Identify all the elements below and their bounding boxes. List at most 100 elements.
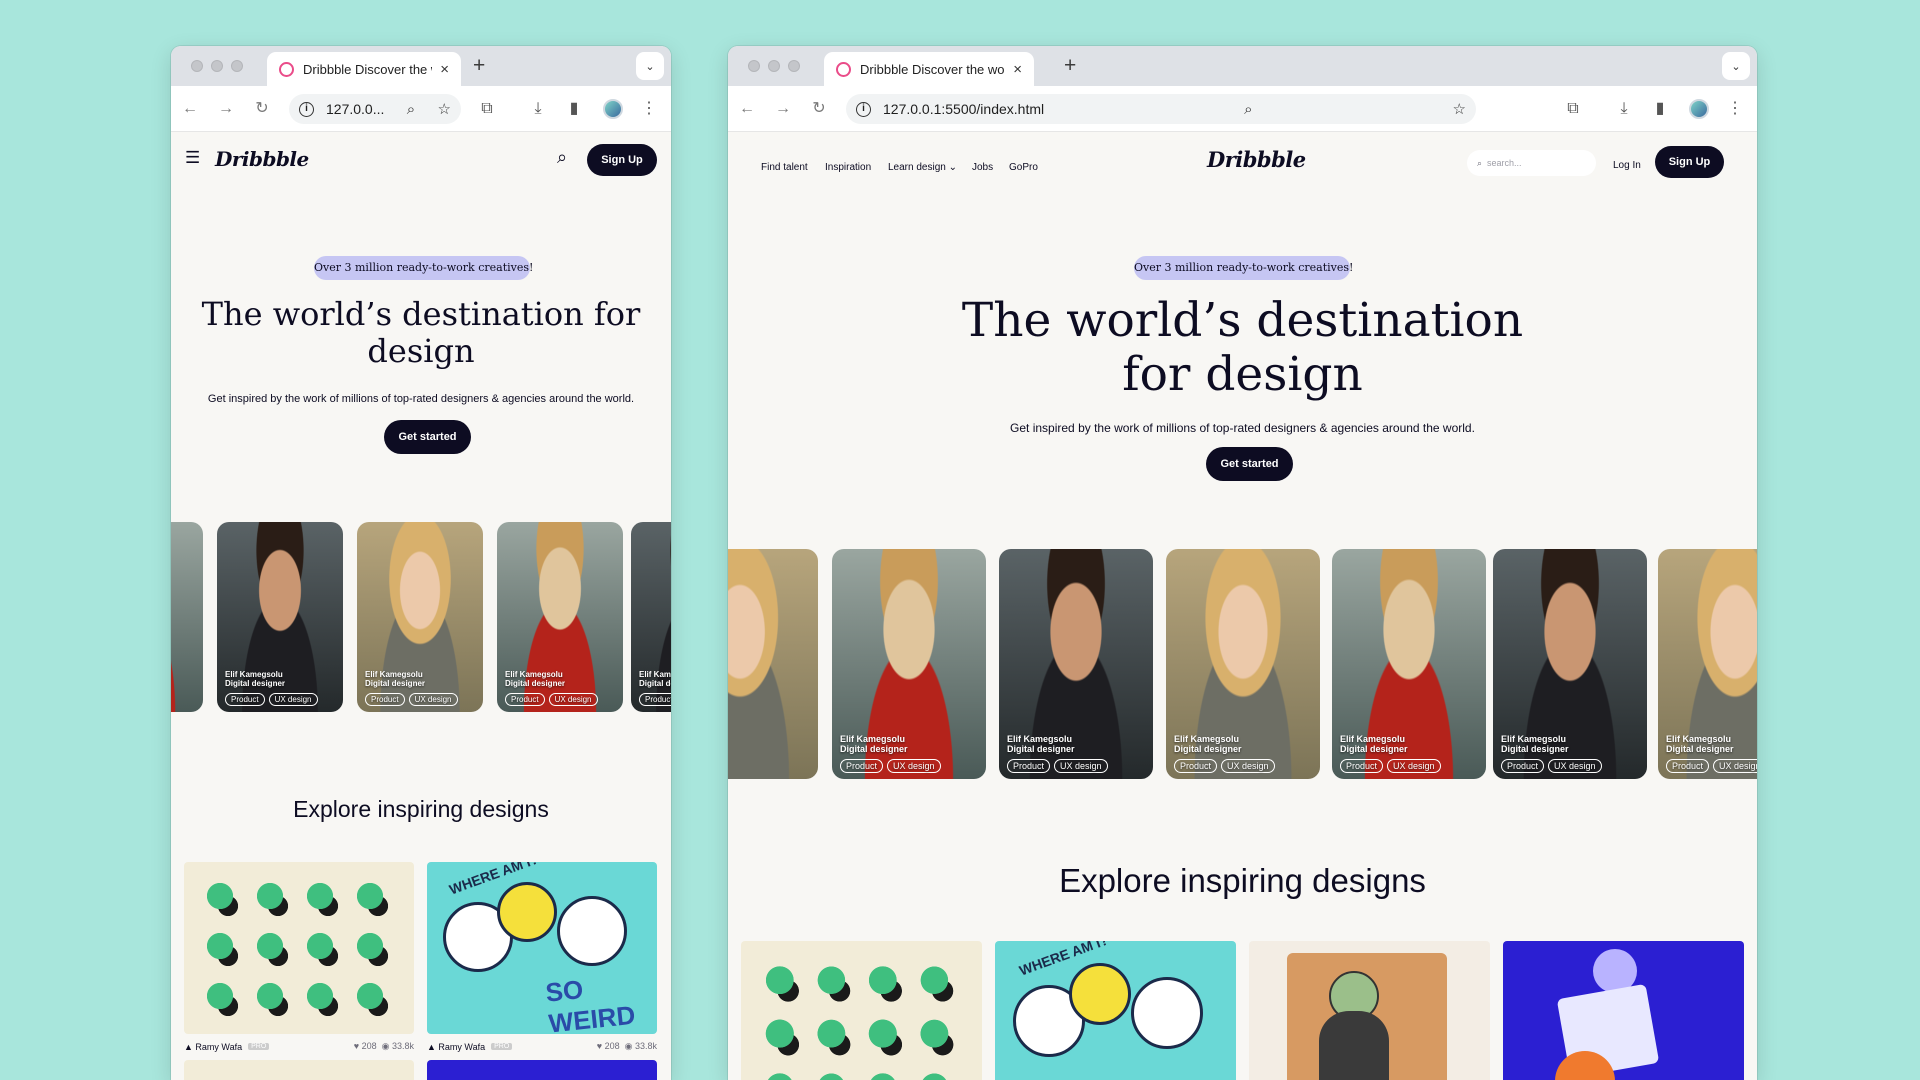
zoom-light[interactable] [231, 60, 243, 72]
tag-product[interactable]: Product [840, 759, 884, 773]
url-text[interactable]: 127.0.0.1:5500/index.html [883, 101, 1044, 117]
shot-thumbnail[interactable] [1503, 941, 1744, 1080]
tab-close-icon[interactable]: × [1005, 61, 1022, 78]
tab-search-button[interactable]: ⌄ [636, 52, 664, 80]
zoom-icon[interactable]: ⌕ [395, 101, 415, 118]
url-text[interactable]: 127.0.0... [326, 101, 384, 117]
shot-thumbnail[interactable] [1249, 941, 1490, 1080]
tag-ux-design[interactable]: UX design [1548, 759, 1602, 773]
tab-close-icon[interactable]: × [432, 61, 449, 78]
tag-product[interactable]: Product [1340, 759, 1384, 773]
download-icon[interactable]: ⤓ [1613, 98, 1635, 120]
dribbble-logo[interactable]: Dribbble [215, 147, 309, 171]
sign-up-button[interactable]: Sign Up [587, 144, 657, 176]
nav-inspiration[interactable]: Inspiration [825, 162, 871, 173]
tag-product[interactable]: Product [505, 693, 545, 706]
shot-thumbnail[interactable]: WHERE AM I? SO WEIRD [427, 862, 657, 1034]
designer-carousel[interactable]: Elif Kamegsolu Digital designer Product U… [728, 549, 1757, 779]
tag-product[interactable]: Product [1174, 759, 1218, 773]
browser-menu-icon[interactable]: ⋮ [638, 98, 660, 120]
likes-count[interactable]: ♥ 208 [597, 1041, 620, 1051]
designer-card[interactable]: Elif Kamegsolu Digital designer Product U… [1658, 549, 1757, 779]
reload-icon[interactable]: ↻ [808, 98, 830, 120]
tag-ux-design[interactable]: UX design [887, 759, 941, 773]
close-light[interactable] [191, 60, 203, 72]
window-controls[interactable] [748, 60, 800, 72]
designer-card[interactable]: Elif Kamegsolu Digital designer Product U… [497, 522, 623, 712]
shot-thumbnail[interactable]: WHERE AM I? [995, 941, 1236, 1080]
forward-icon[interactable]: → [215, 98, 237, 120]
tag-product[interactable]: Product [639, 693, 671, 706]
shot-author[interactable]: Ramy Wafa [438, 1042, 485, 1052]
shot-thumbnail[interactable] [741, 941, 982, 1080]
bookmark-star-icon[interactable]: ☆ [1441, 100, 1466, 118]
extensions-icon[interactable]: ⧉ [1562, 98, 1584, 120]
zoom-icon[interactable]: ⌕ [1232, 101, 1252, 118]
nav-jobs[interactable]: Jobs [972, 162, 993, 173]
get-started-button[interactable]: Get started [1206, 447, 1293, 481]
nav-find-talent[interactable]: Find talent [761, 162, 808, 173]
back-icon[interactable]: ← [736, 98, 758, 120]
search-icon[interactable]: ⌕ [557, 147, 567, 168]
close-light[interactable] [748, 60, 760, 72]
designer-card[interactable]: Elif Kamegsolu Digital designer Product [631, 522, 671, 712]
designer-card[interactable]: Elif Kamegsolu Digital designer Product U… [832, 549, 986, 779]
tag-product[interactable]: Product [1666, 759, 1710, 773]
designer-card[interactable]: Elif Kamegsolu Digital designer Product U… [1332, 549, 1486, 779]
tag-product[interactable]: Product [1501, 759, 1545, 773]
shot-thumbnail[interactable] [427, 1060, 657, 1080]
likes-count[interactable]: ♥ 208 [354, 1041, 377, 1051]
site-info-icon[interactable]: i [856, 101, 871, 117]
shot-thumbnail[interactable] [184, 862, 414, 1034]
designer-card[interactable]: Elif Kamegsolu Digital designer Product U… [217, 522, 343, 712]
tag-ux-design[interactable]: UX design [1713, 759, 1757, 773]
designer-carousel[interactable]: Elif Kamegsolu Digital designer Product U… [171, 522, 671, 712]
dribbble-logo[interactable]: Dribbble [1207, 147, 1306, 172]
designer-card[interactable]: Elif Kamegsolu Digital designer Product U… [1493, 549, 1647, 779]
get-started-button[interactable]: Get started [384, 420, 471, 454]
extensions-icon[interactable]: ⧉ [476, 98, 498, 120]
designer-card[interactable]: Elif Kamegsolu Digital designer Product U… [1166, 549, 1320, 779]
tab-search-button[interactable]: ⌄ [1722, 52, 1750, 80]
browser-menu-icon[interactable]: ⋮ [1724, 98, 1746, 120]
log-in-link[interactable]: Log In [1613, 160, 1641, 171]
back-icon[interactable]: ← [179, 98, 201, 120]
zoom-light[interactable] [788, 60, 800, 72]
nav-gopro[interactable]: GoPro [1009, 162, 1038, 173]
shot-thumbnail[interactable] [184, 1060, 414, 1080]
browser-tab[interactable]: Dribbble Discover the world × [267, 52, 461, 86]
tag-ux-design[interactable]: UX design [548, 693, 598, 706]
tag-ux-design[interactable]: UX design [268, 693, 318, 706]
nav-learn-design[interactable]: Learn design ⌄ [888, 162, 957, 173]
profile-avatar[interactable] [1689, 99, 1709, 119]
tag-ux-design[interactable]: UX design [1054, 759, 1108, 773]
address-bar[interactable]: i 127.0.0... ⌕ ☆ [289, 94, 461, 124]
bookmark-star-icon[interactable]: ☆ [426, 100, 451, 118]
hamburger-menu-icon[interactable]: ☰ [185, 148, 200, 168]
designer-card[interactable]: Elif Kamegsolu Digital designer Product U… [357, 522, 483, 712]
tag-product[interactable]: Product [365, 693, 405, 706]
shot-author[interactable]: Ramy Wafa [195, 1042, 242, 1052]
search-input[interactable]: ⌕ search... [1467, 150, 1596, 176]
side-panel-icon[interactable]: ▮ [1649, 98, 1671, 120]
site-info-icon[interactable]: i [299, 101, 314, 117]
profile-avatar[interactable] [603, 99, 623, 119]
designer-card[interactable] [728, 549, 818, 779]
sign-up-button[interactable]: Sign Up [1655, 146, 1724, 178]
forward-icon[interactable]: → [772, 98, 794, 120]
tag-product[interactable]: Product [1007, 759, 1051, 773]
window-controls[interactable] [191, 60, 243, 72]
designer-card[interactable]: Elif Kamegsolu Digital designer Product U… [999, 549, 1153, 779]
designer-card[interactable] [171, 522, 203, 712]
download-icon[interactable]: ⤓ [527, 98, 549, 120]
minimize-light[interactable] [768, 60, 780, 72]
new-tab-button[interactable]: + [1064, 54, 1076, 78]
tag-product[interactable]: Product [225, 693, 265, 706]
tag-ux-design[interactable]: UX design [1221, 759, 1275, 773]
tag-ux-design[interactable]: UX design [1387, 759, 1441, 773]
tag-ux-design[interactable]: UX design [408, 693, 458, 706]
reload-icon[interactable]: ↻ [251, 98, 273, 120]
address-bar[interactable]: i 127.0.0.1:5500/index.html ⌕ ☆ [846, 94, 1476, 124]
minimize-light[interactable] [211, 60, 223, 72]
browser-tab[interactable]: Dribbble Discover the world × [824, 52, 1034, 86]
